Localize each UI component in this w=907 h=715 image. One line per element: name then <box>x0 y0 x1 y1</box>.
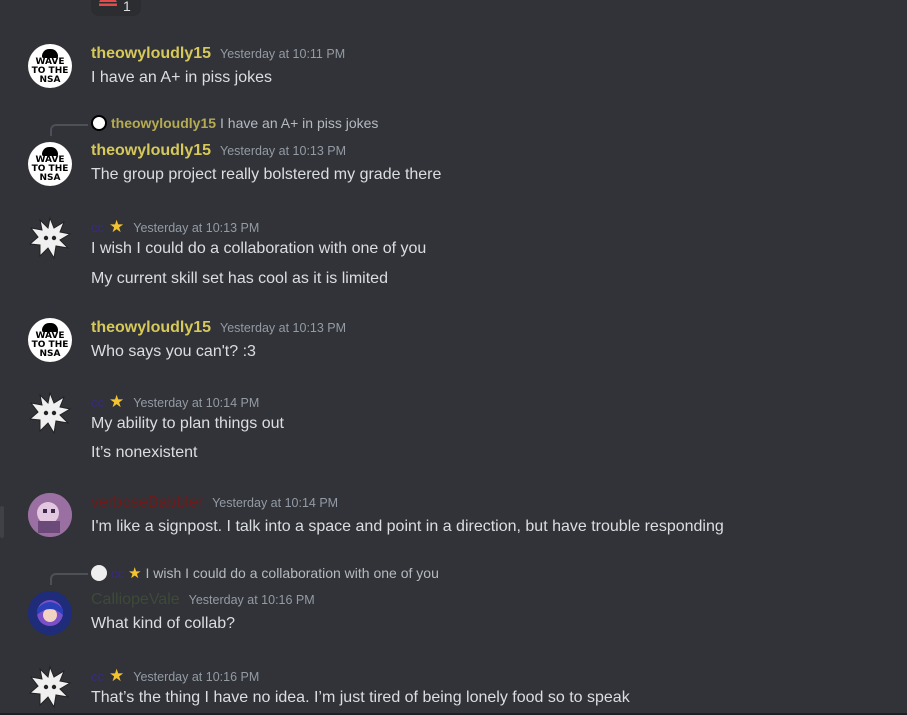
avatar[interactable]: WAVE TO THE NSA <box>28 318 72 362</box>
spiky-avatar-icon <box>28 665 72 709</box>
character-avatar-icon <box>28 591 72 635</box>
reply-preview[interactable]: theowyloudly15 I have an A+ in piss joke… <box>91 115 378 131</box>
avatar-label: WAVE TO THE NSA <box>31 56 69 85</box>
avatar[interactable] <box>28 391 72 435</box>
message-text: My ability to plan things out <box>91 415 284 432</box>
spiky-avatar-icon <box>28 216 72 260</box>
reply-spine <box>50 124 88 136</box>
timestamp[interactable]: Yesterday at 10:14 PM <box>133 396 259 410</box>
message-text: Who says you can't? :3 <box>91 343 256 360</box>
timestamp[interactable]: Yesterday at 10:11 PM <box>220 47 345 61</box>
message-text: What kind of collab? <box>91 615 236 632</box>
reply-preview[interactable]: cc ★ I wish I could do a collaboration w… <box>91 564 439 582</box>
reply-username[interactable]: theowyloudly15 <box>111 115 216 131</box>
reply-avatar-icon <box>91 565 107 581</box>
scrollbar-edge <box>0 506 4 538</box>
avatar[interactable]: WAVE TO THE NSA <box>28 142 72 186</box>
message-text: I have an A+ in piss jokes <box>91 69 272 86</box>
avatar[interactable] <box>28 665 72 709</box>
timestamp[interactable]: Yesterday at 10:14 PM <box>212 496 338 510</box>
reply-username[interactable]: cc <box>111 566 124 581</box>
reaction-count: 1 <box>123 0 131 14</box>
username[interactable]: cc <box>91 395 104 410</box>
username[interactable]: verboseBabbler <box>91 494 203 512</box>
username[interactable]: cc <box>91 220 104 235</box>
username[interactable]: CalliopeVale <box>91 591 180 609</box>
username[interactable]: theowyloudly15 <box>91 45 211 63</box>
star-badge-icon: ★ <box>109 666 125 685</box>
username[interactable]: theowyloudly15 <box>91 319 211 337</box>
reaction-emoji-icon <box>99 0 117 9</box>
timestamp[interactable]: Yesterday at 10:13 PM <box>220 144 346 158</box>
star-badge-icon: ★ <box>128 565 142 582</box>
reply-avatar-icon <box>91 115 107 131</box>
avatar[interactable] <box>28 591 72 635</box>
avatar[interactable] <box>28 493 72 537</box>
reply-text: I have an A+ in piss jokes <box>220 115 379 131</box>
username[interactable]: cc <box>91 669 104 684</box>
timestamp[interactable]: Yesterday at 10:16 PM <box>133 670 259 684</box>
message-text: My current skill set has cool as it is l… <box>91 270 388 287</box>
star-badge-icon: ★ <box>109 392 125 411</box>
message-text: It’s nonexistent <box>91 444 198 461</box>
avatar[interactable] <box>28 216 72 260</box>
avatar-label: WAVE TO THE NSA <box>31 154 69 183</box>
timestamp[interactable]: Yesterday at 10:16 PM <box>189 593 315 607</box>
username[interactable]: theowyloudly15 <box>91 142 211 160</box>
star-badge-icon: ★ <box>109 217 125 236</box>
reaction-pill[interactable]: 1 <box>91 0 141 16</box>
avatar[interactable]: WAVE TO THE NSA <box>28 44 72 88</box>
reply-spine <box>50 573 88 585</box>
character-avatar-icon <box>28 493 72 537</box>
message-text: The group project really bolstered my gr… <box>91 166 442 183</box>
message-text: I'm like a signpost. I talk into a space… <box>91 518 724 535</box>
message-text: I wish I could do a collaboration with o… <box>91 240 427 257</box>
avatar-label: WAVE TO THE NSA <box>31 330 69 359</box>
reply-text: I wish I could do a collaboration with o… <box>145 565 439 581</box>
timestamp[interactable]: Yesterday at 10:13 PM <box>133 221 259 235</box>
message-text: That’s the thing I have no idea. I’m jus… <box>91 689 630 706</box>
spiky-avatar-icon <box>28 391 72 435</box>
timestamp[interactable]: Yesterday at 10:13 PM <box>220 321 346 335</box>
